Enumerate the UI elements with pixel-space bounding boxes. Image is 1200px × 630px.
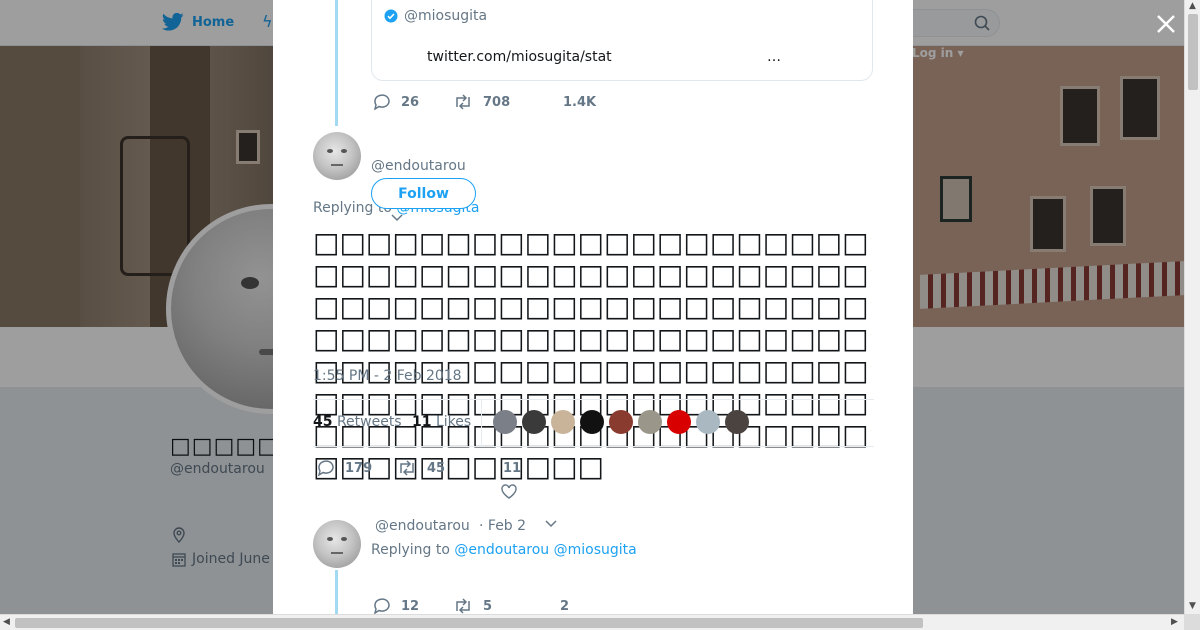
- retweet-icon: [456, 598, 470, 614]
- reply-author-avatar[interactable]: [313, 520, 361, 568]
- liker-avatar[interactable]: [609, 410, 633, 434]
- quoted-tweet-card[interactable]: @miosugita twitter.com/miosugita/stat …: [371, 0, 873, 81]
- reply-author-handle[interactable]: @endoutarou: [375, 518, 470, 534]
- retweets-stat[interactable]: 45 Retweets: [313, 414, 402, 430]
- close-icon[interactable]: [1152, 10, 1180, 38]
- retweet-button[interactable]: 45: [397, 460, 503, 476]
- quoted-ellipsis: …: [767, 49, 781, 65]
- chevron-down-icon[interactable]: [545, 520, 557, 528]
- vertical-scrollbar[interactable]: ▲ ▼: [1184, 0, 1200, 614]
- tweet-permalink-modal: @miosugita twitter.com/miosugita/stat … …: [273, 0, 913, 614]
- likes-stat[interactable]: 11 Likes: [412, 414, 471, 430]
- retweet-icon: [456, 94, 470, 110]
- likers-avatars: [493, 410, 749, 434]
- liker-avatar[interactable]: [580, 410, 604, 434]
- retweet-button[interactable]: 708: [453, 94, 563, 110]
- liker-avatar[interactable]: [493, 410, 517, 434]
- follow-button[interactable]: Follow: [371, 178, 476, 209]
- reply-actions: 12 5 2: [373, 598, 569, 614]
- tweet-stats: 45 Retweets 11 Likes: [313, 399, 874, 447]
- chevron-down-icon[interactable]: [391, 214, 403, 222]
- reply-button[interactable]: 26: [373, 94, 453, 110]
- vertical-scroll-thumb[interactable]: [1188, 14, 1198, 90]
- retweet-icon: [400, 460, 414, 476]
- like-button[interactable]: 2: [560, 599, 569, 614]
- tweet-actions: 179 45 11: [317, 460, 521, 476]
- quoted-link[interactable]: twitter.com/miosugita/stat: [427, 49, 612, 65]
- liker-avatar[interactable]: [551, 410, 575, 434]
- retweet-button[interactable]: 5: [453, 598, 560, 614]
- liker-avatar[interactable]: [638, 410, 662, 434]
- scrollbar-corner: [1184, 614, 1200, 630]
- horizontal-scrollbar[interactable]: ◀ ▶: [0, 614, 1184, 630]
- scroll-right-icon[interactable]: ▶: [1171, 617, 1178, 627]
- reply-button[interactable]: 12: [373, 598, 453, 614]
- reply-icon: [317, 460, 334, 476]
- replying-to-link-2[interactable]: @miosugita: [554, 542, 637, 558]
- like-button[interactable]: 11: [503, 461, 521, 476]
- heart-icon[interactable]: [501, 484, 517, 499]
- liker-avatar[interactable]: [522, 410, 546, 434]
- tweet-timestamp[interactable]: 1:55 PM - 2 Feb 2018: [313, 368, 462, 384]
- reply-date[interactable]: · Feb 2: [479, 518, 526, 534]
- reply-icon: [373, 94, 390, 110]
- reply-replying-to: Replying to @endoutarou @miosugita: [371, 542, 637, 558]
- thread-line: [335, 570, 338, 614]
- liker-avatar[interactable]: [696, 410, 720, 434]
- scroll-down-icon[interactable]: ▼: [1189, 601, 1196, 611]
- like-button[interactable]: 1.4K: [563, 95, 596, 110]
- thread-line: [335, 0, 338, 126]
- tweet-author-avatar[interactable]: [313, 132, 361, 180]
- liker-avatar[interactable]: [725, 410, 749, 434]
- reply-icon: [373, 598, 390, 614]
- verified-icon: [384, 9, 398, 23]
- quoted-tweet-actions: 26 708 1.4K: [373, 94, 596, 110]
- quoted-handle[interactable]: @miosugita: [404, 8, 487, 24]
- scroll-left-icon[interactable]: ◀: [3, 617, 10, 627]
- reply-button[interactable]: 179: [317, 460, 397, 476]
- tweet-author-handle[interactable]: @endoutarou: [371, 158, 466, 174]
- scroll-up-icon[interactable]: ▲: [1189, 1, 1196, 11]
- horizontal-scroll-thumb[interactable]: [15, 618, 923, 628]
- replying-to-link-1[interactable]: @endoutarou: [454, 542, 549, 558]
- liker-avatar[interactable]: [667, 410, 691, 434]
